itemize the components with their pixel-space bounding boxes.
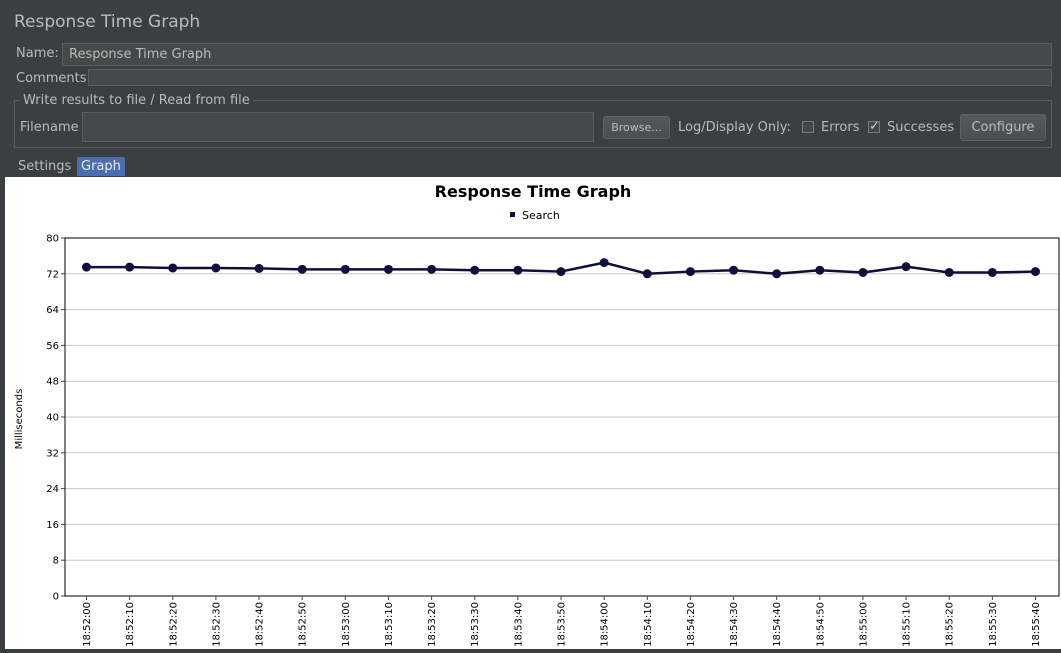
x-tick-label: 18:55:40 xyxy=(1031,602,1042,647)
data-point xyxy=(125,262,135,272)
x-tick-label: 18:53:30 xyxy=(470,602,481,647)
data-point xyxy=(556,267,566,277)
filename-label: Filename xyxy=(20,120,79,135)
errors-label: Errors xyxy=(821,120,860,135)
data-point xyxy=(642,269,652,279)
x-tick-label: 18:52:30 xyxy=(211,602,222,647)
data-point xyxy=(1031,267,1040,277)
data-point xyxy=(340,264,350,274)
y-tick-label: 32 xyxy=(46,448,59,459)
data-point xyxy=(427,264,437,274)
legend-marker-icon xyxy=(510,212,515,217)
data-point xyxy=(944,267,954,277)
y-tick-label: 40 xyxy=(46,413,59,424)
checkmark-icon: ✓ xyxy=(869,119,880,134)
data-point xyxy=(685,267,695,277)
data-point xyxy=(772,269,782,279)
y-tick-label: 56 xyxy=(46,341,59,352)
y-tick-label: 80 xyxy=(46,234,59,245)
data-point xyxy=(383,264,393,274)
errors-checkbox[interactable] xyxy=(802,121,814,133)
x-tick-label: 18:54:30 xyxy=(729,602,740,647)
name-label: Name: xyxy=(16,46,59,61)
graph-panel: Response Time Graph Search Milliseconds … xyxy=(5,177,1061,649)
x-tick-label: 18:54:40 xyxy=(772,602,783,647)
filename-field[interactable] xyxy=(82,112,594,142)
file-group-title: Write results to file / Read from file xyxy=(20,93,253,108)
data-point xyxy=(901,262,911,272)
x-tick-label: 18:55:30 xyxy=(988,602,999,647)
chart-title: Response Time Graph xyxy=(435,182,632,201)
response-time-chart: Response Time Graph Search Milliseconds … xyxy=(14,182,1060,647)
x-tick-label: 18:54:10 xyxy=(643,602,654,647)
x-tick-label: 18:55:00 xyxy=(858,602,869,647)
successes-label: Successes xyxy=(887,120,955,135)
comments-label: Comments: xyxy=(16,71,91,86)
data-point xyxy=(82,262,91,272)
x-tick-label: 18:54:50 xyxy=(815,602,826,647)
data-point xyxy=(254,263,264,273)
y-tick-label: 64 xyxy=(46,305,59,316)
successes-checkbox[interactable]: ✓ xyxy=(868,119,880,134)
y-tick-label: 24 xyxy=(46,484,59,495)
x-tick-label: 18:55:10 xyxy=(902,602,913,647)
name-field[interactable]: Response Time Graph xyxy=(62,43,1052,66)
tab-graph[interactable]: Graph xyxy=(77,157,125,176)
x-tick-label: 18:52:50 xyxy=(298,602,309,647)
y-tick-label: 0 xyxy=(53,592,59,603)
data-point xyxy=(729,265,739,275)
x-tick-label: 18:52:00 xyxy=(82,602,93,647)
x-tick-label: 18:53:20 xyxy=(427,602,438,647)
data-point xyxy=(858,267,868,277)
x-tick-label: 18:52:10 xyxy=(125,602,136,647)
data-point xyxy=(815,265,825,275)
comments-field[interactable] xyxy=(88,69,1052,86)
y-tick-label: 8 xyxy=(53,556,59,567)
x-tick-label: 18:52:40 xyxy=(255,602,266,647)
log-display-label: Log/Display Only: xyxy=(678,120,791,135)
legend-label-search: Search xyxy=(522,209,560,222)
data-point xyxy=(297,264,307,274)
x-tick-label: 18:53:00 xyxy=(341,602,352,647)
configure-button[interactable]: Configure xyxy=(960,114,1046,141)
data-point xyxy=(599,258,609,268)
data-point xyxy=(211,263,221,273)
x-tick-label: 18:53:10 xyxy=(384,602,395,647)
y-axis-label: Milliseconds xyxy=(14,389,25,450)
tab-settings[interactable]: Settings xyxy=(14,157,75,176)
x-tick-label: 18:54:20 xyxy=(686,602,697,647)
browse-button[interactable]: Browse... xyxy=(603,116,670,139)
x-tick-label: 18:54:00 xyxy=(600,602,611,647)
y-tick-label: 48 xyxy=(46,377,59,388)
data-point xyxy=(470,265,480,275)
x-tick-label: 18:53:40 xyxy=(513,602,524,647)
data-point xyxy=(513,265,523,275)
panel-title: Response Time Graph xyxy=(14,12,201,32)
data-point xyxy=(987,267,997,277)
x-tick-label: 18:52:20 xyxy=(168,602,179,647)
y-tick-label: 72 xyxy=(46,269,59,280)
x-tick-label: 18:53:50 xyxy=(557,602,568,647)
x-tick-label: 18:55:20 xyxy=(945,602,956,647)
data-point xyxy=(168,263,178,273)
y-tick-label: 16 xyxy=(46,520,59,531)
